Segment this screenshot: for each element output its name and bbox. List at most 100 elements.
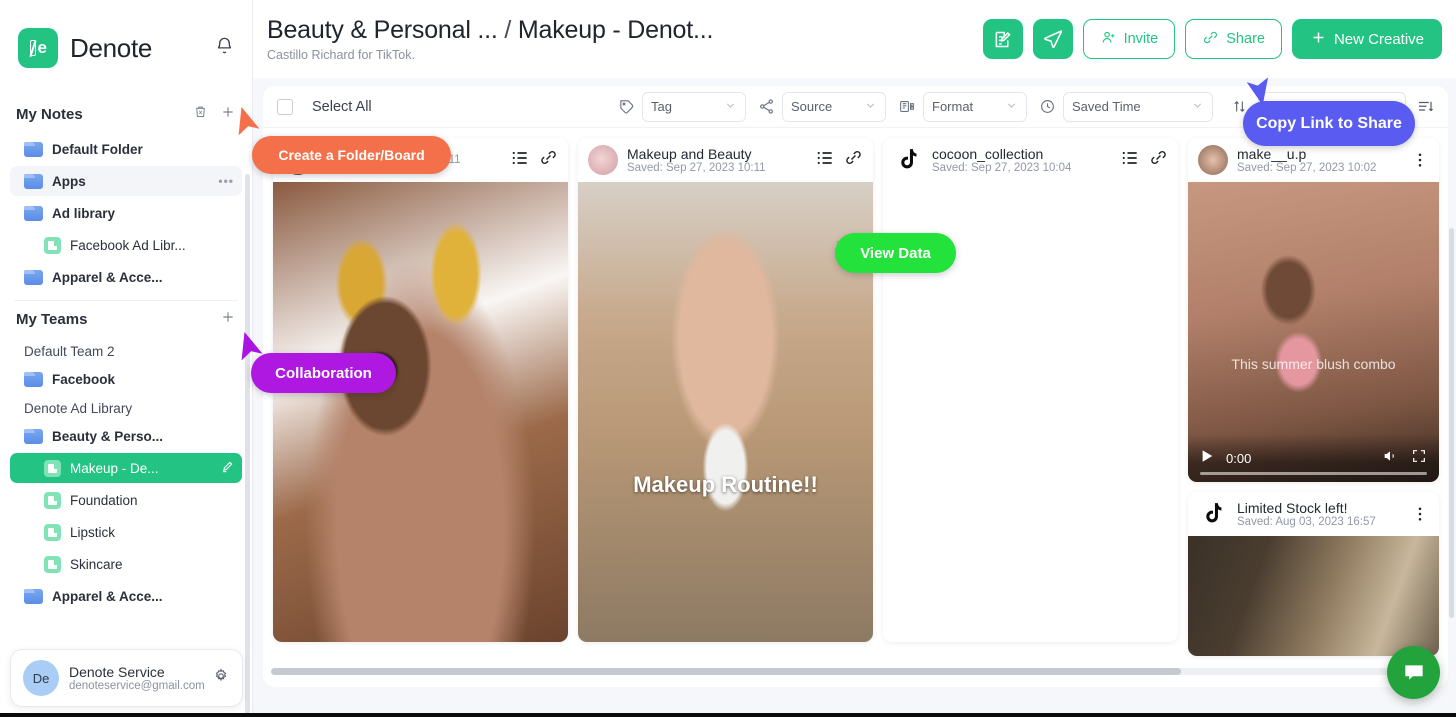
pencil-icon[interactable]: [220, 460, 234, 477]
filter-value: Tag: [651, 99, 672, 114]
callout-label: Copy Link to Share: [1256, 114, 1402, 132]
card-actions: [1411, 505, 1429, 523]
sidebar-item-skincare[interactable]: Skincare: [10, 549, 242, 579]
filter-select-saved-time[interactable]: Saved Time: [1063, 91, 1213, 122]
link-icon[interactable]: [1149, 148, 1168, 172]
send-button[interactable]: [1032, 19, 1073, 59]
sidebar-item-default-folder[interactable]: Default Folder: [10, 134, 242, 164]
my-teams-list: Default Team 2 Facebook Denote Ad Library B…: [0, 333, 252, 611]
sidebar-item-label: Apps: [52, 173, 86, 189]
card-header: Makeup and Beauty Saved: Sep 27, 2023 10:…: [578, 138, 873, 182]
list-layout-icon[interactable]: [1416, 98, 1434, 116]
creative-card[interactable]: Limited Stock left! Saved: Aug 03, 2023 1…: [1188, 492, 1439, 656]
header-actions: Invite Share New Creative: [982, 19, 1442, 59]
filter-select-tag[interactable]: Tag: [642, 91, 746, 122]
gear-icon[interactable]: [212, 667, 230, 690]
folder-icon: [24, 588, 43, 604]
sidebar-item-beauty-perso[interactable]: Beauty & Perso...: [10, 421, 242, 451]
select-all-label: Select All: [312, 98, 372, 115]
link-icon: [1202, 29, 1219, 50]
kebab-icon[interactable]: [1411, 505, 1429, 523]
sidebar-item-label: Apparel & Acce...: [52, 588, 163, 604]
chevron-down-icon: [864, 99, 877, 115]
window-bottom-edge: [0, 713, 1456, 717]
link-icon[interactable]: [844, 148, 863, 172]
creative-column: Makeup and Beauty Saved: Sep 27, 2023 10:…: [578, 138, 873, 673]
sidebar-item-apparel-acce[interactable]: Apparel & Acce...: [10, 262, 242, 292]
team-name[interactable]: Denote Ad Library: [10, 396, 242, 421]
link-icon[interactable]: [539, 148, 558, 172]
callout-create-a-folder-board: Create a Folder/Board: [252, 136, 451, 174]
sidebar-item-facebook[interactable]: Facebook: [10, 364, 242, 394]
filter-format: Format: [898, 91, 1027, 122]
note-edit-button[interactable]: [982, 19, 1023, 59]
brand-name: Denote: [70, 32, 153, 63]
breadcrumb-separator: /: [504, 16, 512, 44]
creative-card[interactable]: Makeup and Beauty Saved: Sep 27, 2023 10:…: [578, 138, 873, 642]
sidebar: Dee Denote My Notes: [0, 0, 253, 717]
team-name[interactable]: Default Team 2: [10, 339, 242, 364]
user-name: Denote Service: [69, 664, 165, 680]
sidebar-item-foundation[interactable]: Foundation: [10, 485, 242, 515]
filter-source: Source: [758, 91, 886, 122]
creative-column: cocoon_collection Saved: Sep 27, 2023 10:…: [883, 138, 1178, 673]
card-saved-time: Saved: Aug 03, 2023 16:57: [1237, 516, 1376, 528]
invite-button[interactable]: Invite: [1082, 19, 1176, 59]
my-notes-section-header: My Notes: [0, 100, 252, 128]
board-panel: Select All TagSourceFormatSaved Time S: [263, 86, 1448, 687]
notification-bell-icon[interactable]: [215, 36, 234, 60]
data-list-icon[interactable]: [1120, 148, 1140, 173]
board-icon: [44, 459, 61, 477]
video-time: 0:00: [1226, 450, 1252, 466]
filter-select-source[interactable]: Source: [782, 91, 886, 122]
sidebar-item-facebook-ad-libr[interactable]: Facebook Ad Libr...: [10, 230, 242, 260]
creative-card[interactable]: make__u.p Saved: Sep 27, 2023 10:02 This s…: [1188, 138, 1439, 482]
volume-icon[interactable]: [1381, 448, 1399, 469]
fullscreen-icon[interactable]: [1411, 448, 1427, 469]
data-list-icon[interactable]: [510, 148, 530, 173]
top-header: Beauty & Personal ... / Makeup - Denot..…: [253, 0, 1456, 78]
chevron-down-icon: [1191, 99, 1204, 115]
card-title: Makeup and Beauty: [627, 146, 752, 162]
page-scrollbar[interactable]: [1449, 228, 1454, 618]
play-icon[interactable]: [1200, 448, 1214, 469]
share-nodes-icon: [758, 98, 775, 115]
card-saved-time: Saved: Sep 27, 2023 10:02: [1237, 162, 1377, 174]
new-creative-button[interactable]: New Creative: [1291, 19, 1442, 59]
user-account-card[interactable]: De Denote Service denoteservice@gmail.co…: [10, 649, 243, 707]
creative-grid: Saved: Sep 27, 2023 10:11Makeup and Beau…: [263, 128, 1448, 673]
sidebar-scroll-area: My Notes Default Folder Apps ••• Ad library…: [0, 96, 252, 717]
filter-select-format[interactable]: Format: [923, 91, 1027, 122]
creative-card[interactable]: cocoon_collection Saved: Sep 27, 2023 10:…: [883, 138, 1178, 642]
data-list-icon[interactable]: [815, 148, 835, 173]
sidebar-item-lipstick[interactable]: Lipstick: [10, 517, 242, 547]
card-title: make__u.p: [1237, 146, 1307, 162]
my-notes-title: My Notes: [16, 105, 83, 123]
video-progress-bar[interactable]: [1200, 472, 1427, 475]
chat-bubble-icon[interactable]: [1387, 646, 1440, 699]
sidebar-item-label: Skincare: [70, 556, 123, 572]
callout-view-data: View Data: [835, 233, 956, 273]
chevron-down-icon: [1005, 99, 1018, 115]
sidebar-item-apps[interactable]: Apps •••: [10, 166, 242, 196]
sidebar-item-makeup-de[interactable]: Makeup - De...: [10, 453, 242, 483]
more-options-icon[interactable]: •••: [218, 174, 234, 188]
horizontal-scrollbar-thumb[interactable]: [271, 668, 1181, 675]
share-button[interactable]: Share: [1185, 19, 1282, 59]
sidebar-item-apparel-acce[interactable]: Apparel & Acce...: [10, 581, 242, 611]
filter-group: Tag Source Format Saved Time: [618, 91, 1213, 122]
callout-collaboration: Collaboration: [251, 353, 396, 393]
card-media[interactable]: This summer blush combo 0:00: [1188, 182, 1439, 482]
avatar: [588, 145, 618, 175]
kebab-icon[interactable]: [1411, 151, 1429, 169]
sidebar-scrollbar[interactable]: [245, 174, 250, 714]
breadcrumb-parent[interactable]: Beauty & Personal ...: [267, 16, 498, 44]
filter-saved-time: Saved Time: [1039, 91, 1213, 122]
trash-icon[interactable]: [193, 104, 208, 124]
media-overlay-text: Makeup Routine!!: [633, 471, 818, 497]
card-media[interactable]: [1188, 536, 1439, 656]
add-team-icon[interactable]: [220, 309, 236, 330]
select-all-checkbox[interactable]: [277, 98, 293, 115]
sidebar-item-ad-library[interactable]: Ad library: [10, 198, 242, 228]
card-media[interactable]: [273, 182, 568, 642]
